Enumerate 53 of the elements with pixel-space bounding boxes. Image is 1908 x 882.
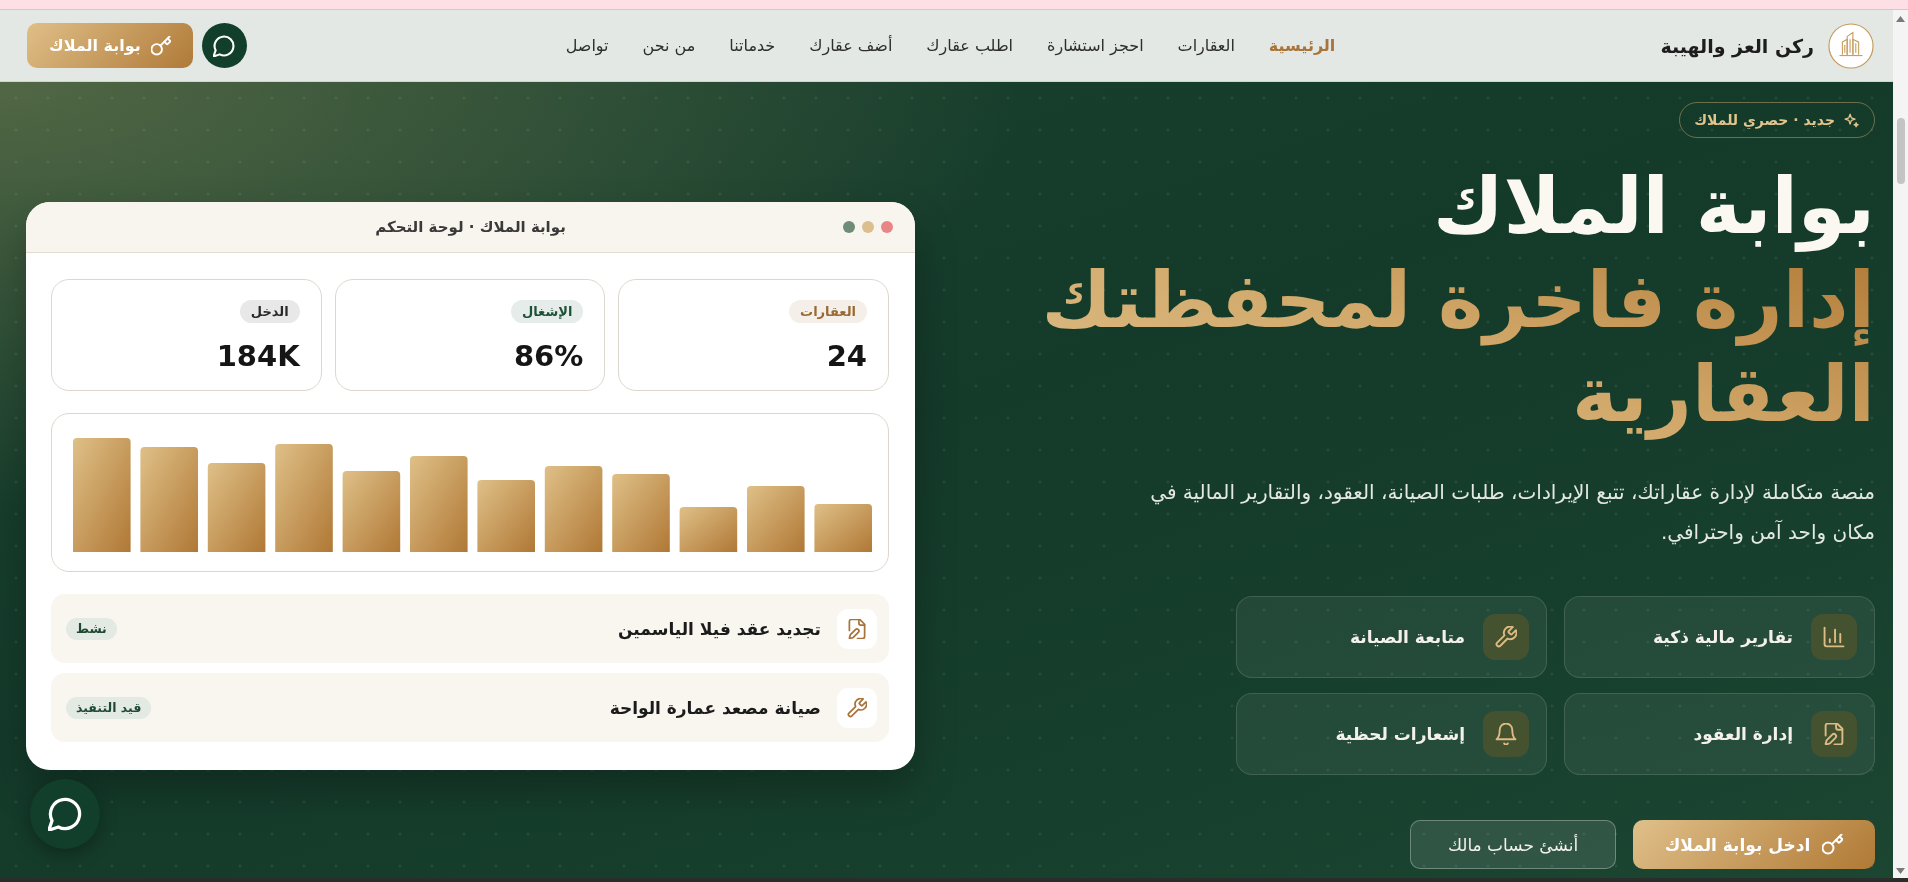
- chart-bar: [747, 486, 805, 552]
- feature-label: إدارة العقود: [1693, 724, 1793, 744]
- scrollbar-thumb[interactable]: [1896, 118, 1905, 184]
- scroll-down-arrow-icon[interactable]: [1896, 868, 1905, 874]
- feature-label: إشعارات لحظية: [1335, 724, 1465, 744]
- chart-bar: [477, 480, 535, 552]
- chat-bubble-icon: [213, 34, 236, 57]
- badge-text: جديد · حصري للملاك: [1694, 112, 1835, 128]
- stat-value: 184K: [216, 339, 300, 373]
- nav-link[interactable]: اطلب عقارك: [926, 36, 1014, 55]
- stat-value: 86%: [513, 339, 584, 373]
- stat-value: 24: [826, 339, 867, 373]
- scrollbar[interactable]: [1893, 10, 1908, 878]
- document-edit-icon: [1823, 723, 1845, 745]
- window-dot-icon: [881, 221, 893, 233]
- hero-title: بوابة الملاك: [1433, 161, 1875, 254]
- window-dot-icon: [862, 221, 874, 233]
- bar-chart-icon: [1823, 626, 1845, 648]
- bell-icon: [1495, 723, 1517, 745]
- sparkle-icon: [1843, 111, 1860, 129]
- nav-link[interactable]: العقارات: [1177, 36, 1235, 55]
- hero-description: منصة متكاملة لإدارة عقاراتك، تتبع الإيرادات، طلبات الصيانة، العقود، والتقارير المالية في مكان واحد آمن واحترافي.: [1149, 479, 1875, 547]
- window-dot-icon: [843, 221, 855, 233]
- key-icon: [1822, 834, 1844, 855]
- nav-link[interactable]: تواصل: [565, 36, 609, 55]
- stat-label: الدخل: [239, 300, 300, 323]
- feature-label: متابعة الصيانة: [1349, 627, 1465, 647]
- create-account-button[interactable]: أنشئ حساب مالك: [1410, 820, 1616, 869]
- document-edit-icon: [847, 618, 867, 639]
- scroll-up-arrow-icon[interactable]: [1896, 16, 1905, 22]
- chat-bubble-icon: [48, 797, 82, 831]
- nav-link[interactable]: من نحن: [642, 36, 696, 55]
- feature-label: تقارير مالية ذكية: [1653, 627, 1793, 647]
- status-tag: قيد التنفيذ: [66, 696, 152, 719]
- brand-name: ركن العز والهيبة: [1660, 34, 1814, 57]
- wrench-icon: [1495, 626, 1517, 648]
- nav-link[interactable]: أضف عقارك: [809, 36, 893, 55]
- nav-link[interactable]: احجز استشارة: [1047, 36, 1144, 55]
- building-logo-icon: [1828, 22, 1874, 69]
- chat-button[interactable]: [201, 23, 247, 68]
- status-tag: نشط: [66, 617, 117, 640]
- stat-label: الإشغال: [510, 300, 584, 323]
- key-icon: [150, 35, 171, 56]
- activity-title: صيانة مصعد عمارة الواحة: [609, 697, 821, 718]
- activity-title: تجديد عقد فيلا الياسمين: [618, 618, 821, 639]
- stat-label: العقارات: [789, 300, 867, 323]
- wrench-icon: [847, 697, 867, 718]
- activity-row[interactable]: تجديد عقد فيلا الياسمين نشط: [51, 594, 889, 663]
- activity-row[interactable]: صيانة مصعد عمارة الواحة قيد التنفيذ: [51, 673, 889, 742]
- chart-bar: [814, 504, 872, 552]
- dashboard-title: بوابة الملاك · لوحة التحكم: [375, 218, 566, 236]
- chart-bar: [679, 507, 738, 552]
- nav-link[interactable]: خدماتنا: [729, 36, 776, 55]
